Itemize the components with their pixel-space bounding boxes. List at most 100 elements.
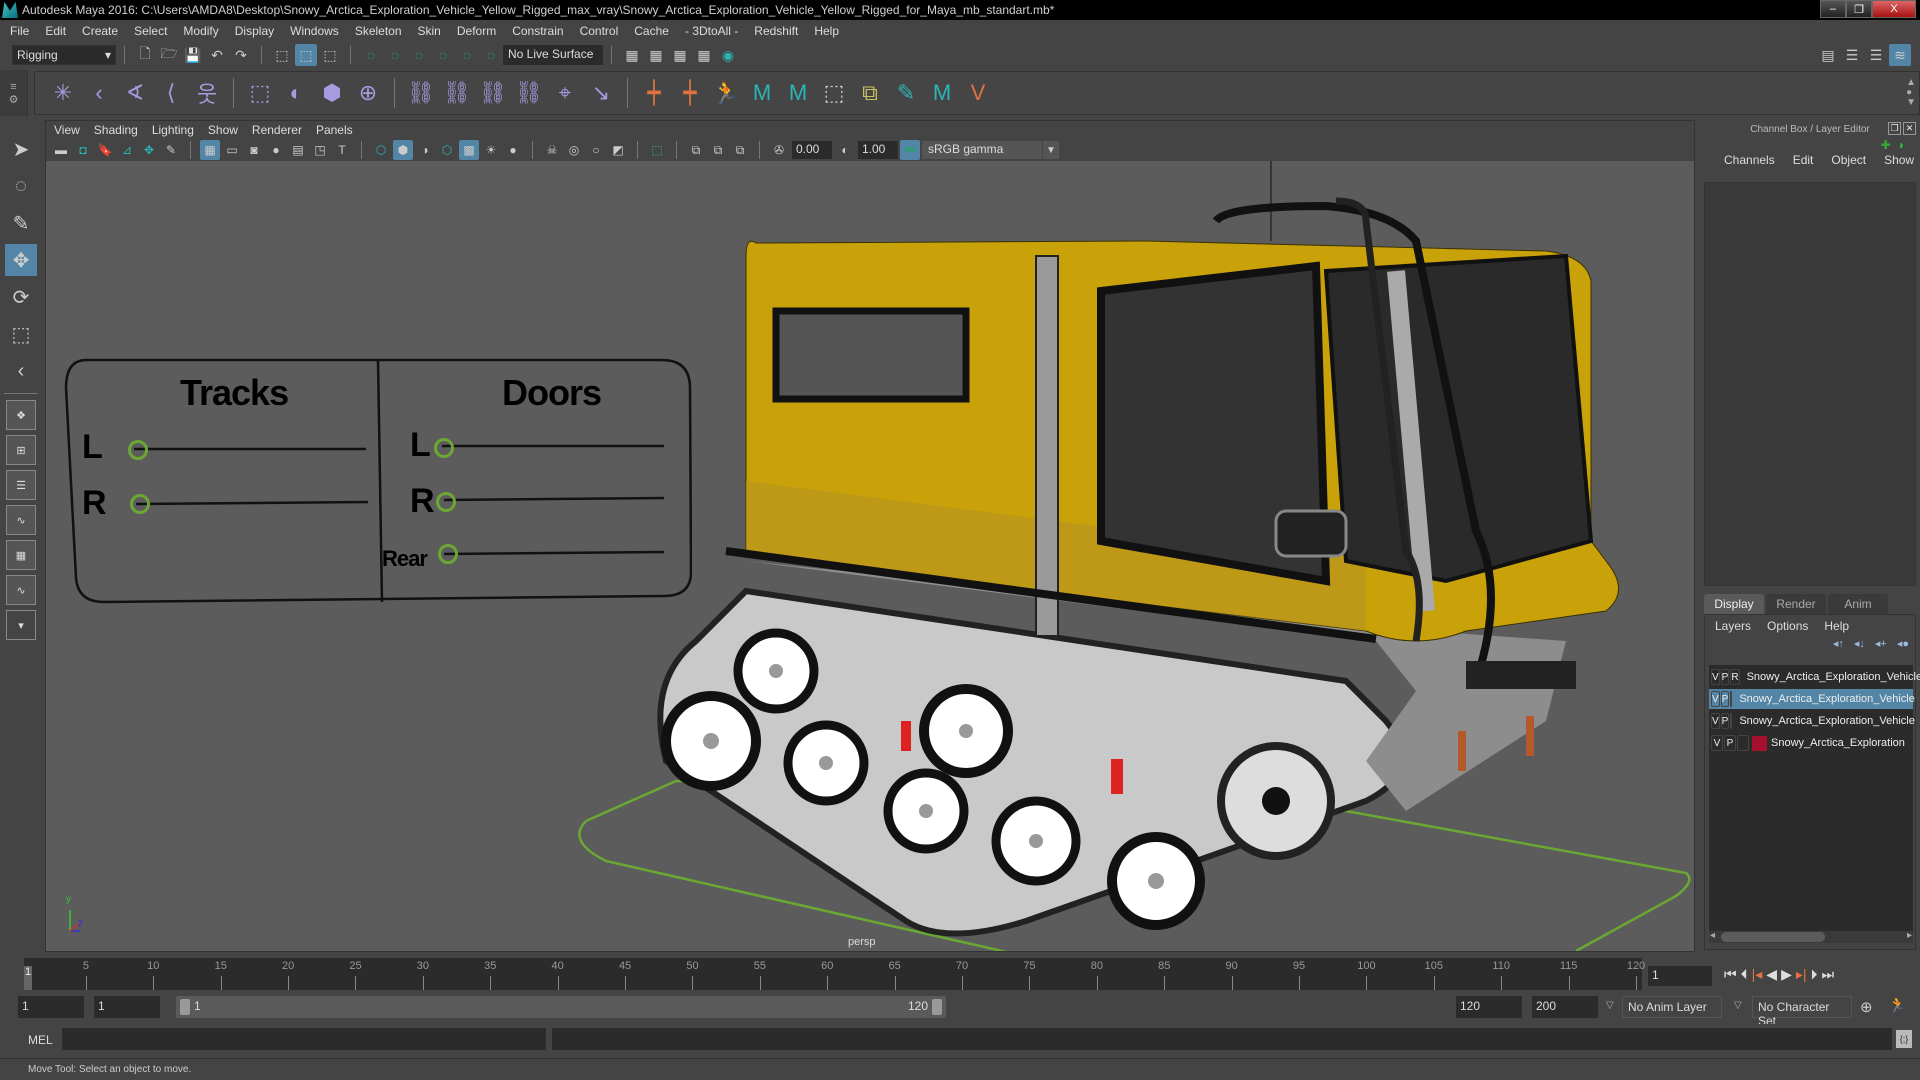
anim-layer-dropdown-arrow[interactable]: ▽ <box>1606 1000 1614 1011</box>
scale-constraint-icon[interactable]: ⛓ <box>512 76 546 110</box>
panel-menu-lighting[interactable]: Lighting <box>152 123 194 137</box>
layer-r-toggle[interactable] <box>1737 735 1749 751</box>
snap-grid-icon[interactable]: ◌ <box>360 44 382 66</box>
wireframe-icon[interactable]: ⬡ <box>371 140 391 160</box>
menu-display[interactable]: Display <box>235 24 274 38</box>
current-frame-field[interactable]: 1 <box>1648 966 1712 986</box>
menu-edit[interactable]: Edit <box>45 24 66 38</box>
default-material-icon[interactable]: ◑ <box>415 140 435 160</box>
layer-v-toggle[interactable]: V <box>1711 713 1720 729</box>
xray-active-icon[interactable]: ⧉ <box>730 140 750 160</box>
menu-cache[interactable]: Cache <box>634 24 669 38</box>
maya-logo-icon[interactable]: M <box>925 76 959 110</box>
shadows-icon[interactable]: ● <box>503 140 523 160</box>
hypershade-layout-icon[interactable]: ▦ <box>6 540 36 570</box>
layout-more-icon[interactable]: ▾ <box>6 610 36 640</box>
layer-list-scrollbar[interactable]: ◂ ▸ <box>1709 930 1913 943</box>
layer-p-toggle[interactable]: P <box>1724 735 1736 751</box>
layer-v-toggle[interactable]: V <box>1711 735 1723 751</box>
persp-outliner-layout-icon[interactable]: ☰ <box>6 470 36 500</box>
new-layer-icon[interactable]: ◂+ <box>1875 637 1887 655</box>
render-history-icon[interactable]: ▦ <box>621 44 643 66</box>
humanik-icon[interactable]: 웃 <box>190 76 224 110</box>
textured-icon[interactable]: ▩ <box>459 140 479 160</box>
menu-deform[interactable]: Deform <box>457 24 496 38</box>
film-gate-icon[interactable]: ▭ <box>222 140 242 160</box>
save-scene-icon[interactable]: 💾 <box>182 44 204 66</box>
persp-graph-layout-icon[interactable]: ∿ <box>6 505 36 535</box>
menu-select[interactable]: Select <box>134 24 167 38</box>
layer-v-toggle[interactable]: V <box>1711 669 1720 685</box>
play-forwards-icon[interactable]: ▶ <box>1781 966 1792 983</box>
smooth-shade-icon[interactable]: ⬢ <box>393 140 413 160</box>
time-ruler[interactable]: 1 5 10 15 20 25 30 35 40 45 50 55 60 65 70 75 80 85 90 95 1… <box>24 958 1645 990</box>
xray-joints-icon[interactable]: ⧉ <box>708 140 728 160</box>
set-driven-key-icon[interactable]: ┿ <box>673 76 707 110</box>
v-icon[interactable]: V <box>961 76 995 110</box>
restore-button[interactable]: ❐ <box>1846 0 1872 18</box>
character-set-dropdown-arrow[interactable]: ▽ <box>1734 1000 1742 1011</box>
select-object-icon[interactable]: ⬚ <box>295 44 317 66</box>
attribute-editor-icon[interactable]: ☰ <box>1841 44 1863 66</box>
wireframe-on-shaded-icon[interactable]: ⬡ <box>437 140 457 160</box>
step-back-key-icon[interactable]: |◂ <box>1752 966 1763 983</box>
lasso-tool-icon[interactable]: ◌ <box>5 170 37 202</box>
3d-viewport[interactable]: Tracks L R Doors L R Rear y z persp <box>46 161 1694 951</box>
panel-menu-panels[interactable]: Panels <box>316 123 353 137</box>
shelf-tabs-handle[interactable]: ≡ ⚙ <box>0 70 28 116</box>
parent-constraint-icon[interactable]: ⛓ <box>404 76 438 110</box>
script-editor-icon[interactable]: {;} <box>1896 1030 1912 1048</box>
depth-of-field-icon[interactable]: ◩ <box>608 140 628 160</box>
channel-box-menu-show[interactable]: Show <box>1884 153 1914 167</box>
cluster-icon[interactable]: ⊕ <box>351 76 385 110</box>
go-to-end-icon[interactable]: ⏭ <box>1822 966 1835 983</box>
use-all-lights-icon[interactable]: ☀ <box>481 140 501 160</box>
gamma-field[interactable]: 1.00 <box>858 141 898 159</box>
menu-modify[interactable]: Modify <box>183 24 218 38</box>
ik-handle-icon[interactable]: ‹ <box>82 76 116 110</box>
gate-mask-icon[interactable]: ● <box>266 140 286 160</box>
chevron-down-icon[interactable]: ▼ <box>1043 141 1059 159</box>
move-layer-up-icon[interactable]: ◂↑ <box>1833 637 1844 655</box>
last-tool-icon[interactable]: ‹ <box>5 355 37 387</box>
display-layer-icon[interactable]: ⧉ <box>853 76 887 110</box>
exposure-field[interactable]: 0.00 <box>792 141 832 159</box>
ambient-occlusion-icon[interactable]: ☠ <box>542 140 562 160</box>
xray-icon[interactable]: ⧉ <box>686 140 706 160</box>
pole-vector-icon[interactable]: ↘ <box>584 76 618 110</box>
live-surface-field[interactable]: No Live Surface <box>503 45 603 65</box>
layer-row[interactable]: V P R Snowy_Arctica_Exploration_Vehicle <box>1709 667 1920 687</box>
scroll-left-icon[interactable]: ◂ <box>1710 930 1715 941</box>
menu-file[interactable]: File <box>10 24 29 38</box>
layer-p-toggle[interactable]: P <box>1720 713 1730 729</box>
move-layer-down-icon[interactable]: ◂↓ <box>1854 637 1865 655</box>
rotate-tool-icon[interactable]: ⟳ <box>5 281 37 313</box>
paint-select-icon[interactable]: ✎ <box>5 207 37 239</box>
safe-title-icon[interactable]: T <box>332 140 352 160</box>
animation-preferences-icon[interactable]: 🏃 <box>1888 996 1907 1014</box>
lattice-icon[interactable]: ⬢ <box>315 76 349 110</box>
current-frame-marker[interactable]: 1 <box>24 966 32 990</box>
open-scene-icon[interactable]: 🗁 <box>158 44 180 66</box>
bind-skin-icon[interactable]: ⬚ <box>243 76 277 110</box>
maya-logo-icon[interactable]: M <box>781 76 815 110</box>
shelf-scroll[interactable]: ▲ ● ▼ <box>1906 78 1916 108</box>
move-tool-icon[interactable]: ✥ <box>5 244 37 276</box>
layer-row[interactable]: V P Snowy_Arctica_Exploration <box>1709 733 1913 753</box>
anim-layer-dropdown[interactable]: No Anim Layer <box>1622 996 1722 1018</box>
resolution-gate-icon[interactable]: ◙ <box>244 140 264 160</box>
hypershade-icon[interactable]: ◉ <box>717 44 739 66</box>
scroll-right-icon[interactable]: ▸ <box>1907 930 1912 941</box>
tab-anim[interactable]: Anim <box>1828 594 1888 614</box>
grid-icon[interactable]: ▦ <box>200 140 220 160</box>
door-right-control[interactable] <box>436 492 456 512</box>
step-forward-key-icon[interactable]: ▸| <box>1796 966 1807 983</box>
go-to-start-icon[interactable]: ⏮ <box>1724 966 1737 983</box>
ik-spline-icon[interactable]: ∢ <box>118 76 152 110</box>
tool-settings-icon[interactable]: ☰ <box>1865 44 1887 66</box>
animation-start-field[interactable]: 1 <box>18 996 84 1018</box>
point-constraint-icon[interactable]: ⛓ <box>440 76 474 110</box>
aim-constraint-icon[interactable]: ⌖ <box>548 76 582 110</box>
menu-control[interactable]: Control <box>580 24 619 38</box>
tab-display[interactable]: Display <box>1704 594 1764 614</box>
